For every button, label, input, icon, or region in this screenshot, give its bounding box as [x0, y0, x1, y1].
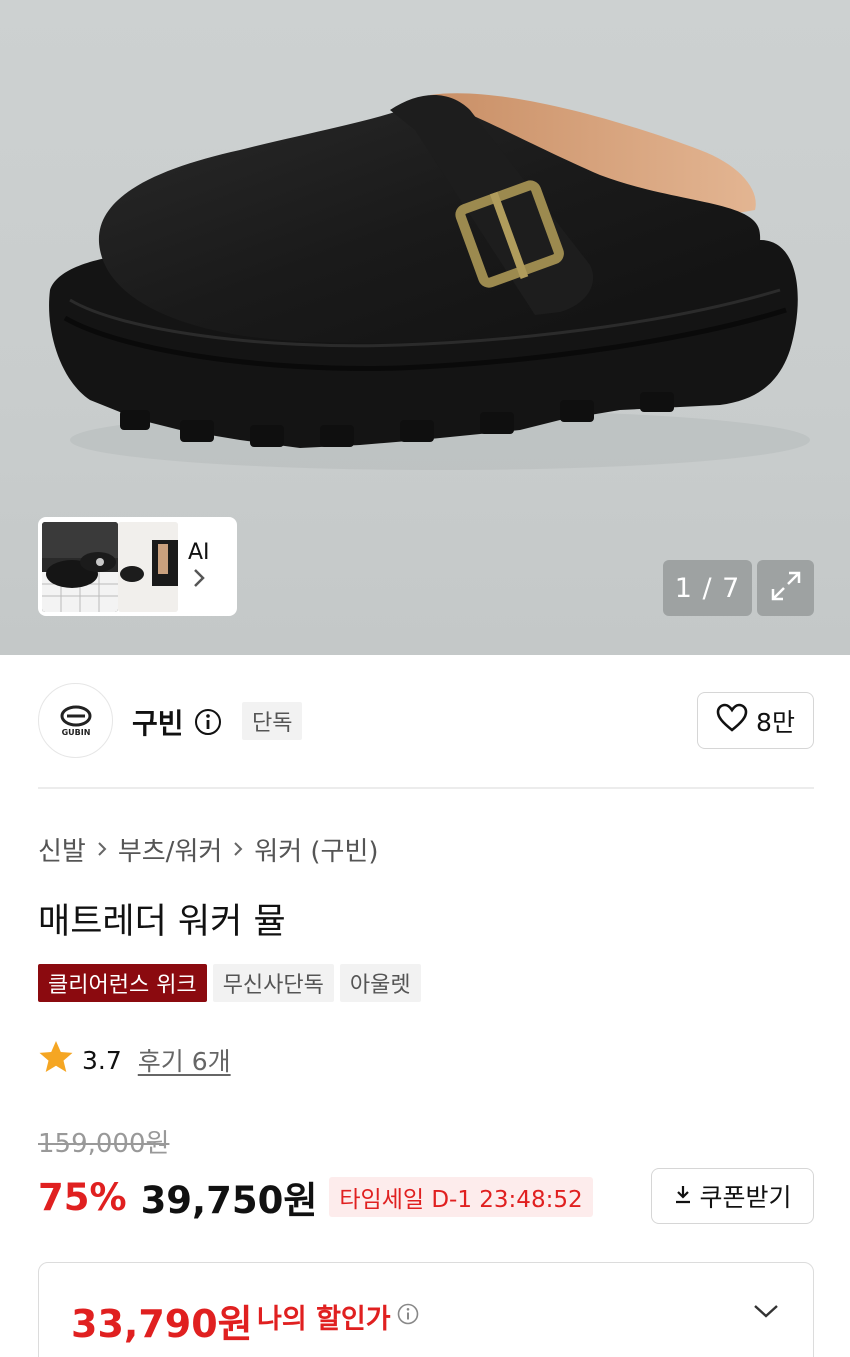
brand-name: 구빈 [132, 707, 184, 740]
download-icon [673, 1182, 693, 1211]
tag-clearance: 클리어런스 위크 [38, 964, 207, 1002]
my-discount-price: 33,790원 [71, 1302, 253, 1346]
thumbnail-image [118, 521, 178, 612]
brand-logo[interactable]: GUBIN [38, 683, 113, 758]
price-row: 75% 39,750원 타임세일 D-1 23:48:52 [38, 1170, 593, 1224]
divider [38, 787, 814, 789]
discount-rate: 75% [38, 1175, 127, 1219]
expand-button[interactable] [757, 560, 814, 616]
breadcrumb: 신발 부츠/워커 워커 (구빈) [38, 831, 379, 868]
tag-outlet: 아울렛 [339, 964, 421, 1002]
info-icon[interactable] [194, 708, 222, 736]
coupon-label: 쿠폰받기 [699, 1183, 792, 1212]
image-counter: 1 / 7 [663, 560, 752, 616]
chevron-right-icon [96, 836, 108, 864]
timesale-badge: 타임세일 D-1 23:48:52 [329, 1177, 593, 1217]
breadcrumb-item[interactable]: 워커 (구빈) [254, 831, 378, 868]
ai-similar-products-card[interactable]: AI [38, 517, 237, 616]
chevron-right-icon [232, 836, 244, 864]
rating-score: 3.7 [82, 1045, 122, 1075]
original-price: 159,000원 [38, 1129, 170, 1159]
heart-icon [716, 703, 748, 739]
like-count: 8만 [756, 707, 795, 737]
chevron-right-icon [192, 567, 206, 594]
expand-icon [769, 569, 803, 607]
breadcrumb-item[interactable]: 신발 [38, 831, 86, 868]
chevron-down-icon[interactable] [753, 1303, 779, 1323]
rating-row: 3.7 후기 6개 [38, 1040, 231, 1080]
like-button[interactable]: 8만 [697, 692, 814, 749]
exclusive-badge: 단독 [242, 702, 303, 740]
ai-label: AI [188, 539, 210, 565]
my-discount-label-group: 나의 할인가 [257, 1297, 419, 1336]
tag-exclusive: 무신사단독 [212, 964, 334, 1002]
svg-text:GUBIN: GUBIN [61, 728, 90, 737]
product-image-gallery[interactable]: AI 1 / 7 [0, 0, 850, 655]
brand-name-link[interactable]: 구빈 [132, 702, 222, 742]
star-icon [38, 1040, 74, 1080]
my-discount-panel[interactable]: 33,790원 나의 할인가 [38, 1262, 814, 1357]
thumbnail-image [42, 521, 118, 612]
info-icon[interactable] [397, 1301, 419, 1332]
sale-price: 39,750원 [140, 1179, 318, 1222]
my-discount-label: 나의 할인가 [257, 1304, 391, 1335]
review-link[interactable]: 후기 6개 [138, 1042, 231, 1078]
coupon-button[interactable]: 쿠폰받기 [651, 1168, 814, 1224]
product-tags: 클리어런스 위크 무신사단독 아울렛 [38, 964, 421, 1002]
product-title: 매트레더 워커 뮬 [38, 902, 286, 942]
breadcrumb-item[interactable]: 부츠/워커 [118, 831, 222, 868]
